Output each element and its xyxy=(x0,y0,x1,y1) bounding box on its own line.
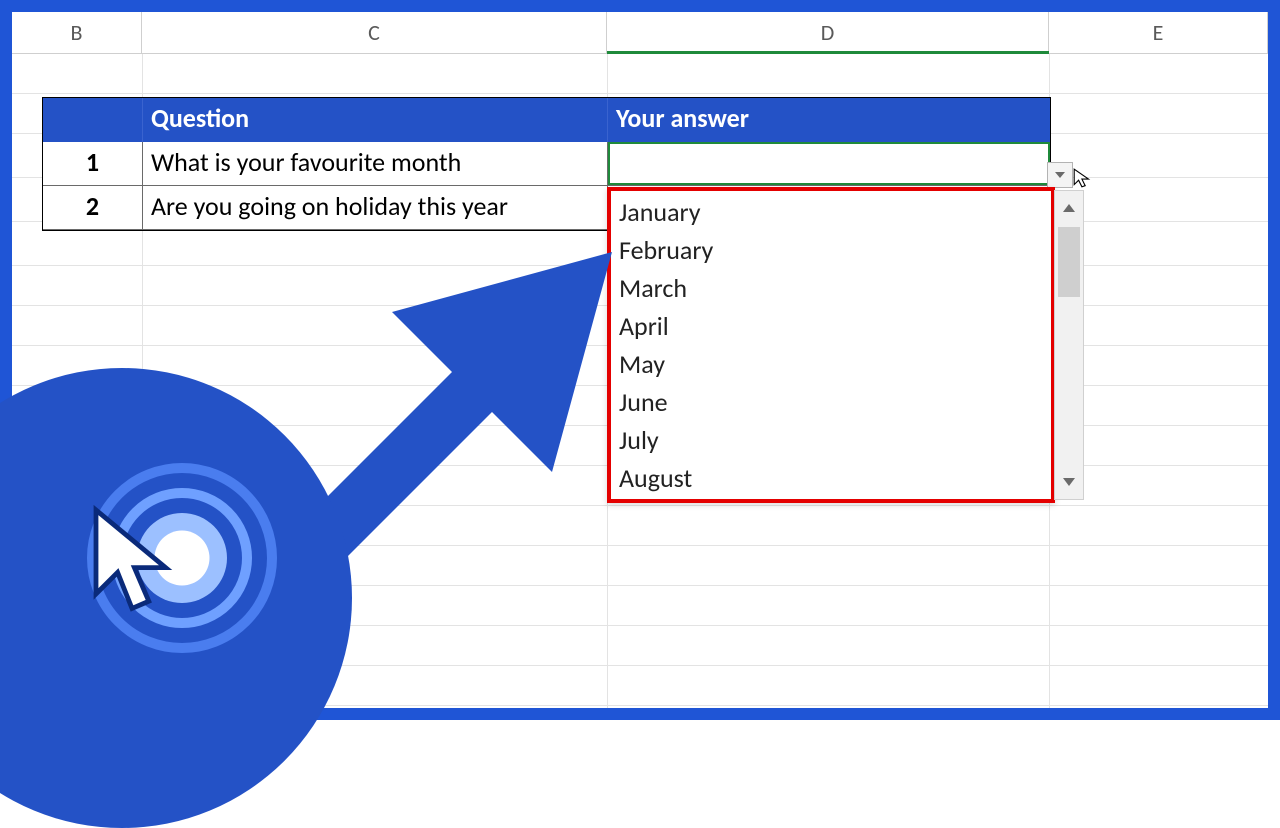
column-headers: B C D E xyxy=(12,12,1268,54)
app-frame: B C D E xyxy=(0,0,1280,720)
dropdown-item[interactable]: May xyxy=(619,345,1051,383)
chevron-down-icon xyxy=(1063,478,1075,486)
answer-cell-active[interactable] xyxy=(608,142,1050,186)
dropdown-item[interactable]: July xyxy=(619,421,1051,459)
row-number: 2 xyxy=(43,186,143,230)
dropdown-list: January February March April May June Ju… xyxy=(607,187,1055,503)
column-header-d[interactable]: D xyxy=(607,12,1049,53)
dropdown-item[interactable]: August xyxy=(619,459,1051,497)
chevron-up-icon xyxy=(1063,204,1075,212)
dropdown-item[interactable]: February xyxy=(619,231,1051,269)
column-header-c[interactable]: C xyxy=(142,12,607,53)
scroll-up-button[interactable] xyxy=(1055,191,1083,225)
dropdown-item[interactable]: April xyxy=(619,307,1051,345)
table-header-num xyxy=(43,98,143,142)
question-cell[interactable]: Are you going on holiday this year xyxy=(143,186,608,230)
dropdown-item[interactable]: March xyxy=(619,269,1051,307)
column-header-e[interactable]: E xyxy=(1049,12,1268,53)
column-header-b[interactable]: B xyxy=(12,12,142,53)
dropdown-button[interactable] xyxy=(1047,162,1073,188)
table-header-answer: Your answer xyxy=(608,98,1050,142)
table-row: 1 What is your favourite month xyxy=(43,142,1050,186)
table-header-question: Question xyxy=(143,98,608,142)
chevron-down-icon xyxy=(1055,172,1065,178)
question-cell[interactable]: What is your favourite month xyxy=(143,142,608,186)
spreadsheet: B C D E xyxy=(12,12,1268,708)
scroll-thumb[interactable] xyxy=(1058,227,1080,297)
dropdown-scrollbar[interactable] xyxy=(1054,190,1084,500)
dropdown-item[interactable]: June xyxy=(619,383,1051,421)
scroll-down-button[interactable] xyxy=(1055,465,1083,499)
logo-cursor-icon xyxy=(72,498,192,618)
cursor-icon xyxy=(1072,167,1094,189)
row-number: 1 xyxy=(43,142,143,186)
dropdown-item[interactable]: January xyxy=(619,193,1051,231)
table-header-row: Question Your answer xyxy=(43,98,1050,142)
